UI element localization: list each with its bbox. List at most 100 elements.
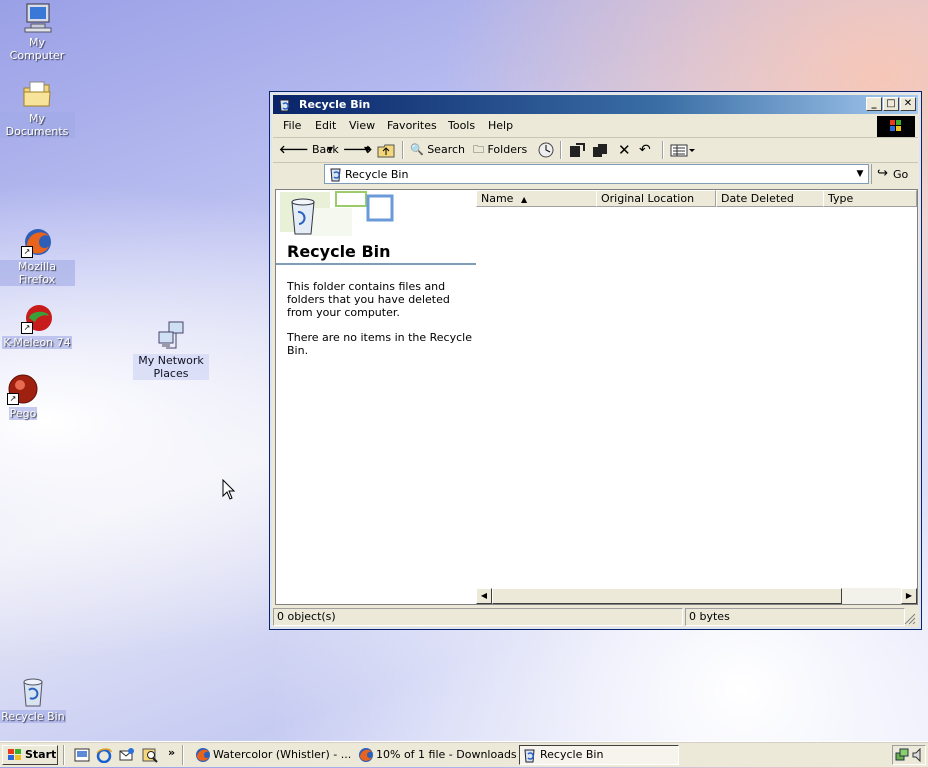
recycle-bin-icon bbox=[328, 166, 343, 185]
minimize-button[interactable]: _ bbox=[866, 97, 882, 111]
desktop-icon-label: Pego bbox=[8, 407, 38, 420]
column-header-original-location[interactable]: Original Location bbox=[596, 190, 716, 207]
desktop-icon-label: My Documents bbox=[0, 112, 75, 138]
window-title: Recycle Bin bbox=[299, 98, 371, 111]
start-button[interactable]: Start bbox=[2, 745, 58, 765]
search-button[interactable]: 🔍 Search bbox=[410, 142, 465, 158]
column-header-type[interactable]: Type bbox=[823, 190, 917, 207]
menu-file[interactable]: File bbox=[283, 119, 301, 132]
firefox-icon bbox=[358, 747, 374, 765]
menu-tools[interactable]: Tools bbox=[448, 119, 475, 132]
taskbar-separator bbox=[182, 745, 184, 765]
desktop-icon-label: Mozilla Firefox bbox=[0, 260, 75, 286]
taskbar: Start » Watercolor (Whistler) - ... 10% … bbox=[0, 741, 928, 767]
task-label: Watercolor (Whistler) - ... bbox=[213, 748, 352, 761]
toolbar-separator bbox=[662, 141, 664, 159]
close-button[interactable]: ✕ bbox=[900, 97, 916, 111]
folders-label: Folders bbox=[487, 143, 528, 156]
address-value: Recycle Bin bbox=[345, 168, 409, 181]
desktop-icon-my-computer[interactable]: My Computer bbox=[0, 2, 75, 62]
status-bar: 0 object(s) 0 bytes bbox=[273, 607, 918, 627]
delete-icon[interactable]: ✕ bbox=[618, 142, 631, 158]
pane-empty-message: There are no items in the Recycle Bin. bbox=[287, 331, 472, 357]
desktop-icon-recycle-bin[interactable]: Recycle Bin bbox=[0, 676, 71, 723]
search-label: Search bbox=[427, 143, 465, 156]
web-view-pane: Recycle Bin This folder contains files a… bbox=[276, 190, 476, 604]
menu-favorites[interactable]: Favorites bbox=[387, 119, 437, 132]
go-button[interactable]: ↪ Go bbox=[871, 164, 916, 184]
menu-help[interactable]: Help bbox=[488, 119, 513, 132]
toolbar-separator bbox=[560, 141, 562, 159]
desktop-icon-label: Recycle Bin bbox=[0, 710, 66, 723]
move-to-icon[interactable] bbox=[568, 142, 586, 158]
menu-bar: File Edit View Favorites Tools Help bbox=[273, 115, 918, 138]
copy-to-icon[interactable] bbox=[592, 142, 610, 158]
task-watercolor[interactable]: Watercolor (Whistler) - ... bbox=[193, 745, 368, 765]
sort-arrow-icon: ▲ bbox=[520, 195, 528, 204]
column-header-date-deleted[interactable]: Date Deleted bbox=[716, 190, 824, 207]
address-bar: Recycle Bin ▼ ↪ Go bbox=[273, 163, 918, 187]
pane-description: This folder contains files and folders t… bbox=[287, 280, 472, 357]
scroll-right-button[interactable]: ▶ bbox=[901, 588, 917, 604]
toolbar: 🡐 Back ▼ 🡒 ▼ 🔍 Search 🗀 Folders ✕ ↶ bbox=[273, 138, 918, 163]
maximize-button[interactable]: □ bbox=[883, 97, 899, 111]
windows-flag-icon bbox=[7, 748, 23, 768]
search-icon: 🔍 bbox=[410, 143, 424, 156]
start-label: Start bbox=[25, 748, 57, 761]
scroll-left-button[interactable]: ◀ bbox=[476, 588, 492, 604]
recycle-bin-icon bbox=[522, 747, 537, 764]
file-list-view[interactable]: Name ▲ Original Location Date Deleted Ty… bbox=[476, 190, 917, 604]
up-folder-icon[interactable] bbox=[377, 142, 395, 158]
menu-edit[interactable]: Edit bbox=[315, 119, 336, 132]
folder-content: Recycle Bin This folder contains files a… bbox=[275, 189, 918, 605]
task-label: 10% of 1 file - Downloads bbox=[376, 748, 517, 761]
folders-button[interactable]: 🗀 Folders bbox=[473, 142, 527, 158]
history-icon[interactable] bbox=[538, 142, 554, 158]
undo-icon[interactable]: ↶ bbox=[639, 142, 651, 158]
desktop-icon-mozilla-firefox[interactable]: ↗ Mozilla Firefox bbox=[0, 226, 75, 286]
volume-tray-icon[interactable] bbox=[911, 747, 925, 766]
task-label: Recycle Bin bbox=[540, 748, 604, 761]
computer-icon bbox=[21, 2, 53, 34]
network-icon bbox=[155, 320, 187, 352]
menu-view[interactable]: View bbox=[349, 119, 375, 132]
task-recycle-bin[interactable]: Recycle Bin bbox=[519, 745, 679, 765]
desktop-icon-my-network-places[interactable]: My Network Places bbox=[133, 320, 209, 380]
system-tray bbox=[892, 745, 926, 765]
taskbar-separator bbox=[63, 745, 65, 765]
desktop-icon-my-documents[interactable]: My Documents bbox=[0, 78, 75, 138]
back-dropdown-icon[interactable]: ▼ bbox=[327, 142, 333, 158]
horizontal-scrollbar[interactable]: ◀ ▶ bbox=[476, 588, 917, 604]
recycle-bin-icon bbox=[277, 97, 292, 112]
address-dropdown-icon[interactable]: ▼ bbox=[852, 165, 868, 183]
status-size: 0 bytes bbox=[685, 608, 905, 626]
quick-launch-overflow[interactable]: » bbox=[168, 746, 175, 759]
folders-icon: 🗀 bbox=[473, 143, 484, 156]
desktop-icon-k-meleon[interactable]: ↗ K-Meleon 74 bbox=[0, 302, 75, 349]
desktop-icon-pego[interactable]: ↗ Pego bbox=[0, 373, 61, 420]
recycle-bin-window: Recycle Bin _ □ ✕ File Edit View Favorit… bbox=[269, 91, 922, 630]
internet-explorer-icon[interactable] bbox=[96, 747, 112, 764]
desktop-icon-label: K-Meleon 74 bbox=[2, 336, 72, 349]
desktop-icon-label: My Network Places bbox=[133, 354, 209, 380]
forward-dropdown-icon[interactable]: ▼ bbox=[364, 142, 370, 158]
task-downloads[interactable]: 10% of 1 file - Downloads bbox=[356, 745, 536, 765]
back-label: Back bbox=[312, 143, 339, 156]
resize-grip-icon[interactable] bbox=[902, 611, 916, 625]
k-meleon-icon: ↗ bbox=[21, 302, 53, 334]
title-bar[interactable]: Recycle Bin _ □ ✕ bbox=[273, 95, 918, 114]
recycle-bin-banner bbox=[276, 190, 476, 238]
column-header-name[interactable]: Name ▲ bbox=[476, 190, 597, 207]
scroll-thumb[interactable] bbox=[492, 588, 842, 604]
mouse-cursor-icon bbox=[222, 478, 236, 504]
network-tray-icon[interactable] bbox=[895, 747, 909, 766]
address-label-area bbox=[273, 163, 323, 185]
views-button[interactable] bbox=[670, 142, 696, 158]
show-desktop-icon[interactable] bbox=[74, 747, 90, 763]
firefox-icon bbox=[195, 747, 211, 765]
firefox-icon: ↗ bbox=[21, 226, 53, 258]
search-files-icon[interactable] bbox=[142, 747, 158, 763]
outlook-express-icon[interactable] bbox=[119, 747, 135, 763]
windows-logo-icon bbox=[877, 116, 915, 137]
address-input[interactable]: Recycle Bin ▼ bbox=[324, 164, 869, 184]
